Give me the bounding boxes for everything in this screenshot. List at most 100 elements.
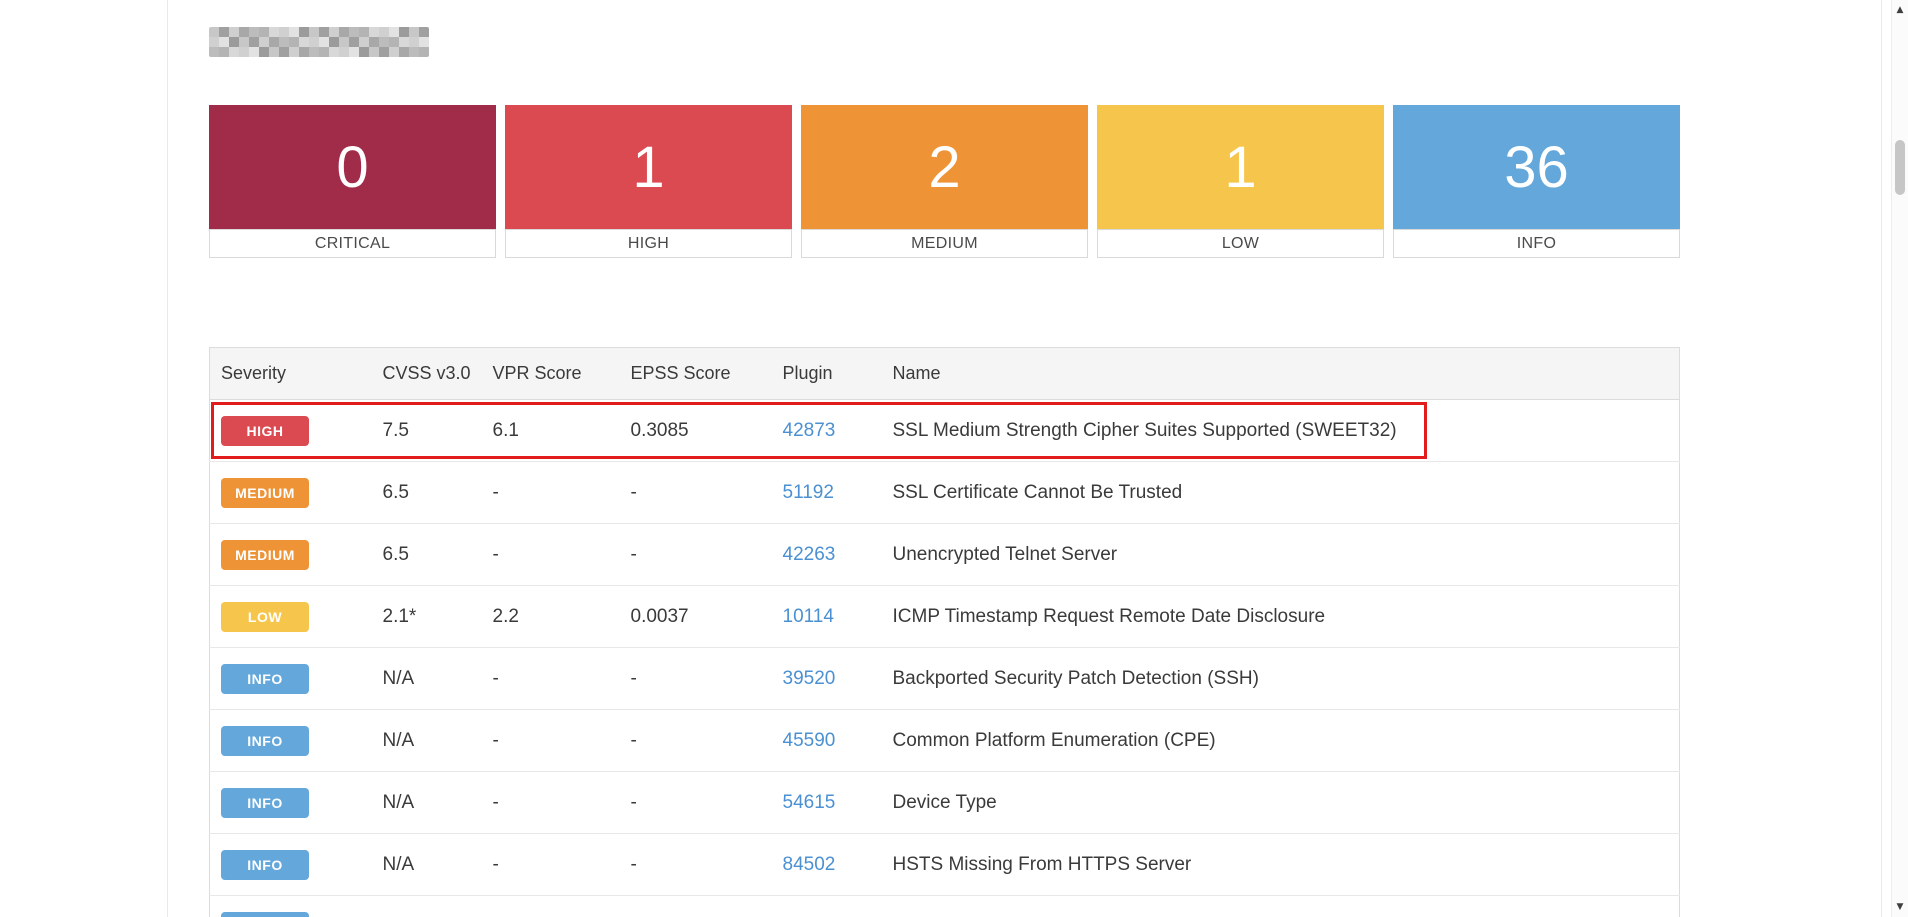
cvss-value [372,896,482,917]
epss-value: 0.3085 [620,400,772,462]
plugin-cell: 45590 [772,710,882,772]
vpr-value [482,896,620,917]
severity-badge: INFO [221,726,309,756]
plugin-link[interactable]: 51192 [783,482,834,503]
table-row: MEDIUM 6.5 - - 51192 SSL Certificate Can… [210,462,1680,524]
table-header-row: SeverityCVSS v3.0VPR ScoreEPSS ScorePlug… [210,348,1680,400]
finding-name: Backported Security Patch Detection (SSH… [882,648,1680,710]
plugin-link[interactable]: 54615 [783,792,836,813]
column-header: VPR Score [482,348,620,400]
severity-badge: MEDIUM [221,478,309,508]
severity-card-label: CRITICAL [209,229,496,258]
report-content: 0 CRITICAL 1 HIGH 2 MEDIUM 1 LOW 36 INFO… [209,0,1680,917]
table-row: LOW 2.1* 2.2 0.0037 10114 ICMP Timestamp… [210,586,1680,648]
plugin-cell: 42263 [772,524,882,586]
plugin-link[interactable]: 42263 [783,544,836,565]
severity-cell: MEDIUM [210,462,372,524]
table-row: INFO N/A - - 45590 Common Platform Enume… [210,710,1680,772]
severity-card: 0 CRITICAL [209,105,496,258]
cvss-value: 7.5 [372,400,482,462]
plugin-link[interactable]: 45590 [783,730,836,751]
finding-name: Unencrypted Telnet Server [882,524,1680,586]
epss-value [620,896,772,917]
severity-card: 36 INFO [1393,105,1680,258]
plugin-link[interactable]: 10114 [783,606,834,627]
plugin-cell: 39520 [772,648,882,710]
vpr-value: - [482,772,620,834]
finding-name: HSTS Missing From HTTPS Server [882,834,1680,896]
severity-card-label: MEDIUM [801,229,1088,258]
scrollbar-thumb[interactable] [1895,140,1905,195]
severity-cell: INFO [210,710,372,772]
plugin-cell: 54615 [772,772,882,834]
plugin-cell: 84502 [772,834,882,896]
findings-table-wrap: SeverityCVSS v3.0VPR ScoreEPSS ScorePlug… [209,347,1680,917]
table-row: INFO [210,896,1680,917]
severity-cell: INFO [210,834,372,896]
table-row: MEDIUM 6.5 - - 42263 Unencrypted Telnet … [210,524,1680,586]
vpr-value: - [482,710,620,772]
severity-card-count: 1 [505,105,792,229]
severity-cell: LOW [210,586,372,648]
vpr-value: - [482,648,620,710]
column-header: EPSS Score [620,348,772,400]
severity-card-label: LOW [1097,229,1384,258]
severity-cell: INFO [210,772,372,834]
severity-card-count: 1 [1097,105,1384,229]
severity-card: 1 HIGH [505,105,792,258]
epss-value: - [620,772,772,834]
table-row: INFO N/A - - 54615 Device Type [210,772,1680,834]
vpr-value: - [482,834,620,896]
finding-name: Common Platform Enumeration (CPE) [882,710,1680,772]
table-body: HIGH 7.5 6.1 0.3085 42873 SSL Medium Str… [210,400,1680,917]
vpr-value: 6.1 [482,400,620,462]
severity-card-count: 0 [209,105,496,229]
severity-card-count: 36 [1393,105,1680,229]
finding-name: Device Type [882,772,1680,834]
epss-value: - [620,524,772,586]
table-row: HIGH 7.5 6.1 0.3085 42873 SSL Medium Str… [210,400,1680,462]
plugin-cell [772,896,882,917]
scroll-up-icon[interactable]: ▲ [1892,5,1908,15]
vertical-scrollbar[interactable]: ▲ ▼ [1891,0,1908,917]
severity-badge: LOW [221,602,309,632]
plugin-link[interactable]: 84502 [783,854,836,875]
page-edge-right [1881,0,1882,917]
severity-badge: HIGH [221,416,309,446]
severity-card: 1 LOW [1097,105,1384,258]
severity-cell: MEDIUM [210,524,372,586]
plugin-cell: 42873 [772,400,882,462]
table-row: INFO N/A - - 84502 HSTS Missing From HTT… [210,834,1680,896]
severity-card-count: 2 [801,105,1088,229]
column-header: Name [882,348,1680,400]
severity-card: 2 MEDIUM [801,105,1088,258]
plugin-link[interactable]: 39520 [783,668,836,689]
column-header: CVSS v3.0 [372,348,482,400]
severity-card-label: HIGH [505,229,792,258]
severity-badge: MEDIUM [221,540,309,570]
severity-badge: INFO [221,850,309,880]
vpr-value: 2.2 [482,586,620,648]
severity-summary-cards: 0 CRITICAL 1 HIGH 2 MEDIUM 1 LOW 36 INFO [209,105,1680,258]
plugin-link[interactable]: 42873 [783,420,836,441]
scroll-down-icon[interactable]: ▼ [1892,902,1908,912]
epss-value: 0.0037 [620,586,772,648]
finding-name: SSL Certificate Cannot Be Trusted [882,462,1680,524]
cvss-value: N/A [372,710,482,772]
severity-card-label: INFO [1393,229,1680,258]
epss-value: - [620,710,772,772]
epss-value: - [620,462,772,524]
severity-badge: INFO [221,912,309,917]
cvss-value: N/A [372,648,482,710]
finding-name [882,896,1680,917]
finding-name: SSL Medium Strength Cipher Suites Suppor… [882,400,1680,462]
table-row: INFO N/A - - 39520 Backported Security P… [210,648,1680,710]
cvss-value: 6.5 [372,462,482,524]
severity-badge: INFO [221,788,309,818]
severity-badge: INFO [221,664,309,694]
severity-cell: INFO [210,896,372,917]
finding-name: ICMP Timestamp Request Remote Date Discl… [882,586,1680,648]
plugin-cell: 10114 [772,586,882,648]
cvss-value: 2.1* [372,586,482,648]
cvss-value: N/A [372,834,482,896]
